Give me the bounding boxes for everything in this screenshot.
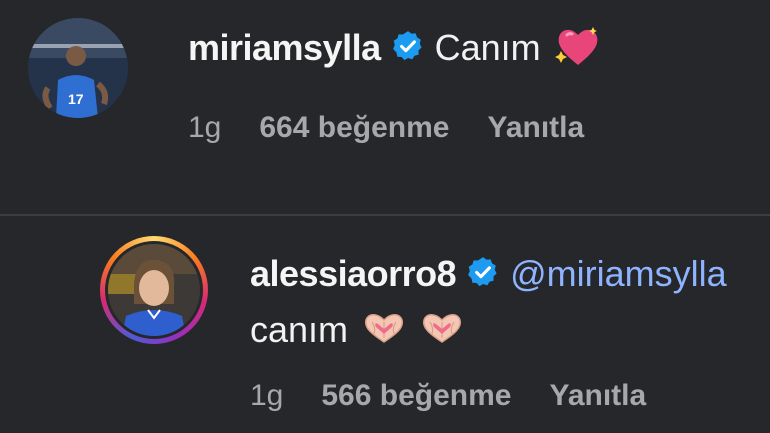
comment-text: Canım [434,27,541,68]
heart-hands-icon [362,312,406,349]
verified-badge-icon [391,29,425,68]
comment-header: alessiaorro8 @miriamsylla [250,251,727,297]
avatar[interactable] [108,244,200,336]
comment-header: miriamsylla Canım [188,26,601,70]
verified-badge-icon [466,255,500,294]
sparkling-heart-icon [554,25,601,72]
reply-button[interactable]: Yanıtla [487,111,584,145]
comment-meta: 1g 664 beğenme Yanıtla [188,108,584,148]
mention-link[interactable]: @miriamsylla [510,253,727,295]
reply-button[interactable]: Yanıtla [549,379,646,413]
heart-hands-icon [420,312,464,349]
username[interactable]: alessiaorro8 [250,253,457,295]
comment-text: canım [250,309,349,350]
like-count[interactable]: 566 beğenme [321,379,511,413]
comment-body: canım [250,308,464,352]
like-count[interactable]: 664 beğenme [259,111,449,145]
comment-meta: 1g 566 beğenme Yanıtla [250,376,646,416]
timestamp: 1g [188,111,222,144]
svg-text:17: 17 [68,91,84,107]
comment-miriamsylla: 17 miriamsylla Canım 1g 664 beğenme Yanı… [0,0,770,215]
avatar[interactable]: 17 [28,18,128,118]
timestamp: 1g [250,379,284,412]
username[interactable]: miriamsylla [188,27,381,69]
divider [0,214,770,216]
